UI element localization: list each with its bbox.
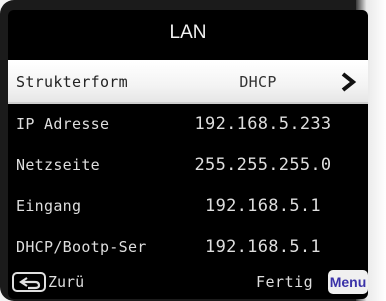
done-button[interactable]: Fertig bbox=[256, 273, 313, 291]
menu-row-ip-address[interactable]: IP Adresse 192.168.5.233 bbox=[8, 104, 368, 144]
return-arrow-icon bbox=[19, 277, 41, 290]
screen-title: LAN bbox=[169, 22, 207, 43]
menu-row-dhcp-server[interactable]: DHCP/Bootp-Ser 192.168.5.1 bbox=[8, 227, 368, 267]
row-label: Netzseite bbox=[16, 156, 100, 174]
row-label: Eingang bbox=[16, 197, 82, 215]
menu-row-netmask[interactable]: Netzseite 255.255.255.0 bbox=[8, 145, 368, 185]
row-value: 192.168.5.1 bbox=[205, 196, 321, 216]
row-label: IP Adresse bbox=[16, 115, 110, 133]
menu-button[interactable]: Menu bbox=[328, 270, 368, 294]
row-label: DHCP/Bootp-Ser bbox=[16, 238, 147, 256]
row-value: 192.168.5.1 bbox=[205, 237, 321, 257]
bottom-softkey-bar: Zurü Fertig Menu bbox=[8, 268, 368, 299]
row-value: 192.168.5.233 bbox=[194, 114, 332, 134]
chevron-right-icon bbox=[341, 72, 357, 92]
device-screen: LAN Strukterform DHCP IP Adresse 192.168… bbox=[8, 10, 368, 299]
row-value: 255.255.255.0 bbox=[194, 155, 332, 175]
row-value: DHCP bbox=[239, 73, 277, 91]
back-label[interactable]: Zurü bbox=[48, 273, 84, 291]
menu-row-gateway[interactable]: Eingang 192.168.5.1 bbox=[8, 186, 368, 226]
row-label: Strukterform bbox=[16, 73, 128, 91]
menu-row-structure-form[interactable]: Strukterform DHCP bbox=[8, 60, 368, 104]
back-button[interactable] bbox=[12, 272, 46, 292]
